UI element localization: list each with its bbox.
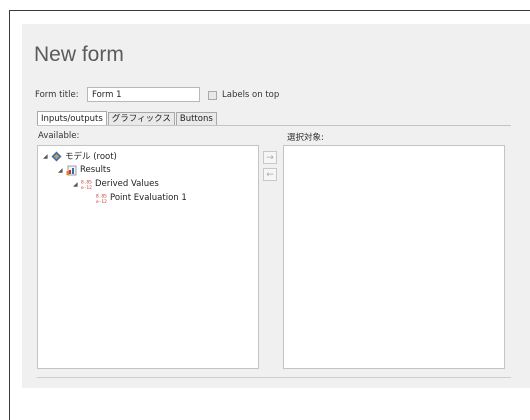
results-icon: [66, 165, 77, 175]
labels-on-top-checkbox[interactable]: [208, 90, 217, 100]
svg-text:e-12: e-12: [81, 185, 92, 190]
tab-bar: Inputs/outputs グラフィックス Buttons: [37, 109, 218, 126]
remove-button[interactable]: ←: [263, 168, 277, 181]
svg-text:8.85: 8.85: [81, 179, 92, 185]
page-title: New form: [34, 43, 124, 66]
available-tree[interactable]: ◢ モデル (root) ◢ Results ◢ 8.85 e-12 Deriv…: [37, 145, 259, 369]
selected-label: 選択対象:: [287, 133, 324, 143]
available-label: Available:: [38, 131, 80, 141]
tree-item-point-evaluation[interactable]: 8.85 e-12 Point Evaluation 1: [96, 191, 187, 205]
bottom-divider: [37, 377, 511, 378]
point-evaluation-icon: 8.85 e-12: [96, 193, 107, 204]
tab-inputs-outputs[interactable]: Inputs/outputs: [37, 111, 107, 126]
collapse-triangle-icon[interactable]: ◢: [58, 167, 66, 174]
labels-on-top-option[interactable]: Labels on top: [208, 89, 279, 101]
collapse-triangle-icon[interactable]: ◢: [73, 181, 81, 188]
collapse-triangle-icon[interactable]: ◢: [43, 153, 51, 160]
tree-item-derived-values[interactable]: ◢ 8.85 e-12 Derived Values: [73, 177, 159, 191]
add-button[interactable]: →: [263, 151, 277, 164]
model-icon: [51, 151, 62, 161]
tree-item-root[interactable]: ◢ モデル (root): [43, 149, 117, 163]
derived-values-icon: 8.85 e-12: [81, 179, 92, 190]
tab-graphics[interactable]: グラフィックス: [107, 112, 175, 125]
arrow-right-icon: →: [266, 152, 274, 163]
arrow-left-icon: ←: [266, 169, 274, 180]
tree-item-label: Results: [80, 165, 111, 175]
svg-text:e-12: e-12: [96, 199, 107, 204]
tree-item-results[interactable]: ◢ Results: [58, 163, 111, 177]
selected-list[interactable]: [283, 145, 505, 369]
labels-on-top-label: Labels on top: [222, 90, 280, 100]
tree-item-label: モデル (root): [65, 152, 117, 162]
tree-item-label: Derived Values: [95, 179, 159, 189]
tab-buttons[interactable]: Buttons: [175, 112, 217, 125]
form-title-input[interactable]: [87, 87, 200, 102]
svg-text:8.85: 8.85: [96, 193, 107, 199]
tree-item-label: Point Evaluation 1: [110, 193, 187, 203]
tab-divider: [37, 125, 511, 126]
form-title-label: Form title:: [35, 90, 79, 100]
